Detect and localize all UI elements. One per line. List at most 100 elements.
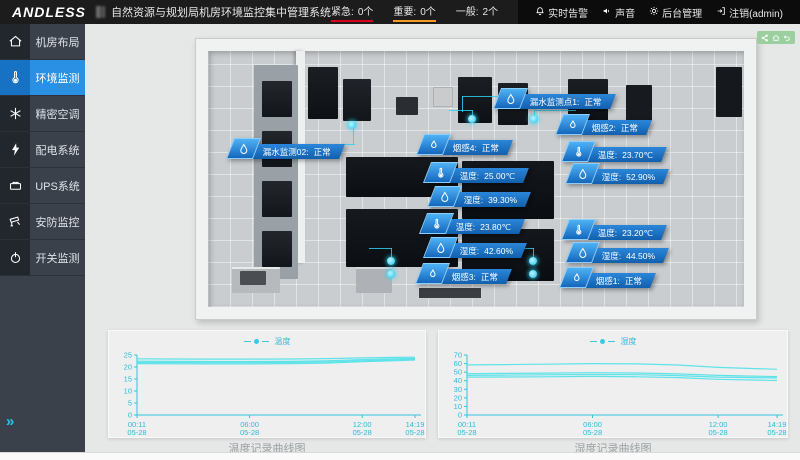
admin-button[interactable]: 后台管理 — [649, 5, 702, 20]
sensor-badge-temp-b[interactable]: 温度:23.80℃ — [423, 213, 522, 234]
badge-text: 温度:23.70℃ — [598, 149, 653, 161]
badge-text: 温度:25.00℃ — [460, 170, 515, 182]
svg-text:15: 15 — [124, 375, 132, 384]
svg-text:10: 10 — [454, 402, 462, 411]
badge-text: 湿度:44.50% — [602, 250, 655, 262]
alarm-critical: 紧急: 0个 — [331, 3, 373, 22]
alarm-general: 一般: 2个 — [456, 3, 498, 22]
logout-icon — [716, 6, 729, 19]
svg-text:05-28: 05-28 — [583, 428, 602, 437]
badge-text: 漏水监测点1:正常 — [530, 96, 602, 108]
sidebar-item-environment[interactable]: 环境监测 — [0, 60, 85, 96]
power-switch-icon — [0, 240, 30, 275]
equipment-box-light — [433, 87, 453, 107]
logout-button[interactable]: 注销(admin) — [716, 5, 783, 20]
badge-text: 温度:23.80℃ — [456, 221, 511, 233]
svg-text:50: 50 — [454, 368, 462, 377]
svg-text:05-28: 05-28 — [353, 428, 372, 437]
svg-text:30: 30 — [454, 385, 462, 394]
sensor-badge-hum-b[interactable]: 湿度:42.60% — [427, 237, 524, 258]
svg-text:05-28: 05-28 — [405, 428, 424, 437]
sensor-badge-hum-a[interactable]: 湿度:39.30% — [431, 186, 528, 207]
sensor-badge-temp-c[interactable]: 温度:23.70℃ — [565, 141, 664, 162]
ac-unit — [262, 231, 292, 267]
battery-icon — [0, 168, 30, 203]
humidity-chart-panel: 湿度 01020304050607000:1105-2806:0005-2812… — [438, 330, 788, 438]
svg-text:25: 25 — [124, 351, 132, 360]
sidebar-item-precision-ac[interactable]: 精密空调 — [0, 96, 85, 132]
svg-text:05-28: 05-28 — [709, 428, 728, 437]
home-icon — [0, 24, 30, 59]
sensor-badge-leak-02[interactable]: 漏水监测02:正常 — [230, 138, 342, 159]
sidebar-item-security[interactable]: 安防监控 — [0, 204, 85, 240]
redacted-org-name — [96, 6, 105, 18]
svg-text:10: 10 — [124, 387, 132, 396]
app-window: ANDLESS 自然资源与规划局机房环境监控集中管理系统 紧急: 0个 重要: … — [0, 0, 800, 460]
system-title: 自然资源与规划局机房环境监控集中管理系统 — [111, 4, 331, 20]
top-header-bar: ANDLESS 自然资源与规划局机房环境监控集中管理系统 紧急: 0个 重要: … — [0, 0, 800, 24]
sidebar-item-room-layout[interactable]: 机房布局 — [0, 24, 85, 60]
humidity-legend[interactable]: 湿度 — [439, 336, 787, 347]
wall-cabinet — [716, 67, 742, 117]
speaker-icon — [602, 6, 615, 19]
gear-icon — [649, 6, 662, 19]
svg-text:40: 40 — [454, 376, 462, 385]
temperature-legend[interactable]: 温度 — [109, 336, 425, 347]
alarm-important: 重要: 0个 — [393, 3, 435, 22]
sidebar-item-switch-monitor[interactable]: 开关监测 — [0, 240, 85, 276]
equipment-box — [458, 77, 492, 123]
viewport-toolbar[interactable] — [757, 31, 795, 44]
sidebar-item-power-distribution[interactable]: 配电系统 — [0, 132, 85, 168]
floor-panel — [418, 287, 482, 299]
sensor-badge-smoke-1[interactable]: 烟感1:正常 — [563, 267, 653, 288]
badge-text: 湿度:39.30% — [464, 194, 517, 206]
snowflake-icon — [0, 96, 30, 131]
desk-screen — [240, 271, 266, 285]
svg-text:0: 0 — [458, 411, 462, 420]
equipment-box — [308, 67, 338, 119]
share-icon — [761, 29, 769, 47]
badge-text: 烟感4:正常 — [453, 142, 499, 154]
lightning-icon — [0, 132, 30, 167]
ac-unit — [262, 181, 292, 217]
sensor-badge-temp-a[interactable]: 温度:25.00℃ — [427, 162, 526, 183]
header-buttons: 实时告警 声音 后台管理 注销(admin) — [518, 0, 800, 24]
badge-text: 漏水监测02:正常 — [263, 146, 331, 158]
svg-text:5: 5 — [128, 399, 132, 408]
svg-text:20: 20 — [454, 393, 462, 402]
thermometer-icon — [0, 60, 30, 95]
svg-text:0: 0 — [128, 411, 132, 420]
sound-button[interactable]: 声音 — [602, 5, 635, 20]
camera-icon — [0, 204, 30, 239]
brand-logo: ANDLESS — [12, 4, 86, 20]
sensor-badge-smoke-4[interactable]: 烟感4:正常 — [420, 134, 510, 155]
sensor-badge-hum-d[interactable]: 湿度:44.50% — [569, 242, 666, 263]
humidity-chart: 01020304050607000:1105-2806:0005-2812:00… — [439, 349, 789, 439]
equipment-box — [343, 79, 371, 121]
svg-text:05-28: 05-28 — [127, 428, 146, 437]
sensor-badge-hum-c[interactable]: 湿度:52.90% — [569, 163, 666, 184]
svg-text:05-28: 05-28 — [240, 428, 259, 437]
temperature-chart-panel: 温度 051015202500:1105-2806:0005-2812:0005… — [108, 330, 426, 438]
badge-text: 烟感1:正常 — [596, 275, 642, 287]
svg-text:05-28: 05-28 — [457, 428, 476, 437]
sidebar-item-ups[interactable]: UPS系统 — [0, 168, 85, 204]
equipment-box — [396, 97, 418, 115]
alarm-summary: 紧急: 0个 重要: 0个 一般: 2个 — [331, 3, 518, 22]
badge-text: 烟感3:正常 — [452, 271, 498, 283]
sidebar-nav: 机房布局 环境监测 精密空调 配电系统 UPS系统 安防监控 开关监测 » — [0, 24, 85, 452]
svg-text:20: 20 — [124, 363, 132, 372]
sensor-badge-smoke-3[interactable]: 烟感3:正常 — [419, 263, 509, 284]
back-icon — [783, 29, 791, 47]
sensor-badge-temp-d[interactable]: 温度:23.20℃ — [565, 219, 664, 240]
realtime-alarm-button[interactable]: 实时告警 — [535, 5, 588, 20]
badge-text: 温度:23.20℃ — [598, 227, 653, 239]
ac-unit — [262, 81, 292, 117]
svg-text:70: 70 — [454, 351, 462, 360]
sensor-badge-leak-point-1[interactable]: 漏水监测点1:正常 — [497, 88, 613, 109]
badge-text: 湿度:52.90% — [602, 171, 655, 183]
sensor-badge-smoke-2[interactable]: 烟感2:正常 — [559, 114, 649, 135]
badge-text: 烟感2:正常 — [592, 122, 638, 134]
sidebar-collapse-chevron[interactable]: » — [6, 413, 14, 430]
bottom-strip — [0, 452, 800, 460]
